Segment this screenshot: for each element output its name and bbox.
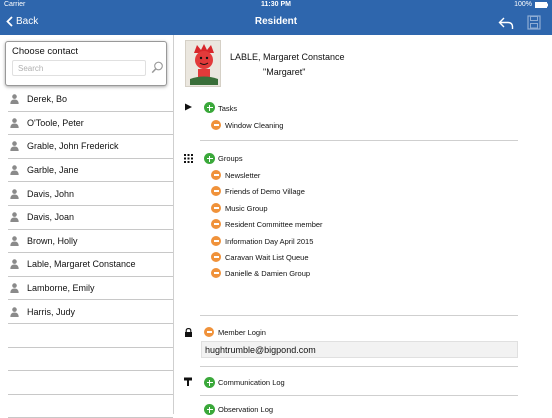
contact-row[interactable]: Grable, John Frederick [8, 135, 173, 159]
remove-group-button[interactable] [211, 236, 221, 246]
person-icon [10, 165, 19, 176]
choose-contact-box: Choose contact [5, 41, 167, 86]
status-bar: Carrier 11:30 PM 100% [0, 0, 552, 11]
empty-row [8, 348, 173, 372]
remove-member-login-button[interactable] [204, 327, 214, 337]
contact-name: Grable, John Frederick [27, 141, 119, 152]
hammer-icon [184, 377, 192, 386]
person-icon [10, 236, 19, 246]
lock-icon [185, 328, 192, 337]
contact-row[interactable]: Harris, Judy [8, 300, 173, 324]
group-item: Caravan Wait List Queue [225, 253, 309, 262]
contact-row[interactable]: Brown, Holly [8, 230, 173, 254]
contact-panel: Choose contact Derek, Bo O'Toole, Peter … [0, 35, 174, 418]
add-observation-log-button[interactable] [204, 404, 215, 415]
contact-name: Brown, Holly [27, 235, 78, 246]
grid-icon [184, 154, 193, 163]
remove-group-button[interactable] [211, 203, 221, 213]
contact-row[interactable]: Davis, Joan [8, 206, 173, 230]
add-communication-log-button[interactable] [204, 377, 215, 388]
page-title: Resident [254, 16, 298, 27]
add-group-button[interactable] [204, 153, 215, 164]
remove-group-button[interactable] [211, 252, 221, 262]
resident-name: LABLE, Margaret Constance [230, 52, 345, 62]
group-item: Resident Committee member [225, 220, 323, 229]
resident-nickname: "Margaret" [263, 67, 306, 77]
section-divider [200, 140, 518, 141]
member-login-field[interactable]: hughtrumble@bigpond.com [201, 341, 518, 358]
remove-group-button[interactable] [211, 186, 221, 196]
groups-heading: Groups [218, 154, 243, 163]
section-divider [200, 395, 518, 396]
contact-row[interactable]: Garble, Jane [8, 159, 173, 183]
nav-bar: Back Resident [0, 11, 552, 35]
empty-row [8, 371, 173, 395]
tasks-heading: Tasks [218, 104, 238, 113]
group-item: Friends of Demo Village [225, 187, 305, 196]
save-icon[interactable] [527, 15, 541, 30]
person-icon [10, 212, 19, 223]
person-icon [10, 283, 19, 294]
remove-group-button[interactable] [211, 170, 221, 180]
contact-name: Davis, John [27, 188, 75, 199]
resident-avatar-image [186, 41, 220, 86]
add-task-button[interactable] [204, 102, 215, 113]
contact-row[interactable]: Derek, Bo [8, 88, 173, 112]
remove-task-button[interactable] [211, 120, 221, 130]
contact-name: Harris, Judy [27, 306, 76, 317]
person-icon [10, 118, 19, 128]
resident-detail: LABLE, Margaret Constance "Margaret" Tas… [175, 35, 552, 415]
section-divider [200, 366, 518, 367]
contact-row[interactable]: O'Toole, Peter [8, 112, 173, 136]
contact-name: Davis, Joan [27, 212, 75, 223]
contact-row[interactable]: Lable, Margaret Constance [8, 253, 173, 277]
choose-contact-label: Choose contact [12, 46, 79, 57]
section-divider [200, 315, 518, 316]
person-icon [10, 94, 19, 105]
person-icon [10, 141, 19, 152]
battery-percent: 100% [514, 1, 532, 8]
group-item: Music Group [225, 204, 268, 213]
remove-group-button[interactable] [211, 219, 221, 229]
task-item: Window Cleaning [225, 121, 284, 130]
contact-name: Garble, Jane [27, 165, 79, 176]
person-icon [10, 306, 19, 317]
communication-log-heading: Communication Log [218, 378, 285, 387]
resident-photo [185, 40, 221, 87]
search-icon[interactable] [151, 61, 164, 74]
remove-group-button[interactable] [211, 268, 221, 278]
contact-row[interactable]: Davis, John [8, 182, 173, 206]
contact-list: Derek, Bo O'Toole, Peter Grable, John Fr… [8, 88, 173, 418]
contact-row[interactable]: Lamborne, Emily [8, 277, 173, 301]
group-item: Danielle & Damien Group [225, 269, 311, 278]
contact-name: O'Toole, Peter [27, 117, 84, 128]
search-input[interactable] [12, 60, 146, 76]
battery-icon [535, 2, 548, 8]
group-item: Information Day April 2015 [225, 237, 314, 246]
observation-log-heading: Observation Log [218, 405, 274, 414]
clock: 11:30 PM [261, 1, 291, 8]
contact-name: Derek, Bo [27, 94, 68, 105]
empty-row [8, 324, 173, 348]
member-login-heading: Member Login [218, 328, 266, 337]
flag-icon [185, 103, 192, 111]
reply-icon[interactable] [498, 15, 514, 31]
empty-row [8, 395, 173, 418]
person-icon [10, 259, 19, 270]
group-item: Newsletter [225, 171, 261, 180]
person-icon [10, 188, 19, 199]
contact-name: Lamborne, Emily [27, 283, 95, 294]
contact-name: Lable, Margaret Constance [27, 259, 136, 270]
